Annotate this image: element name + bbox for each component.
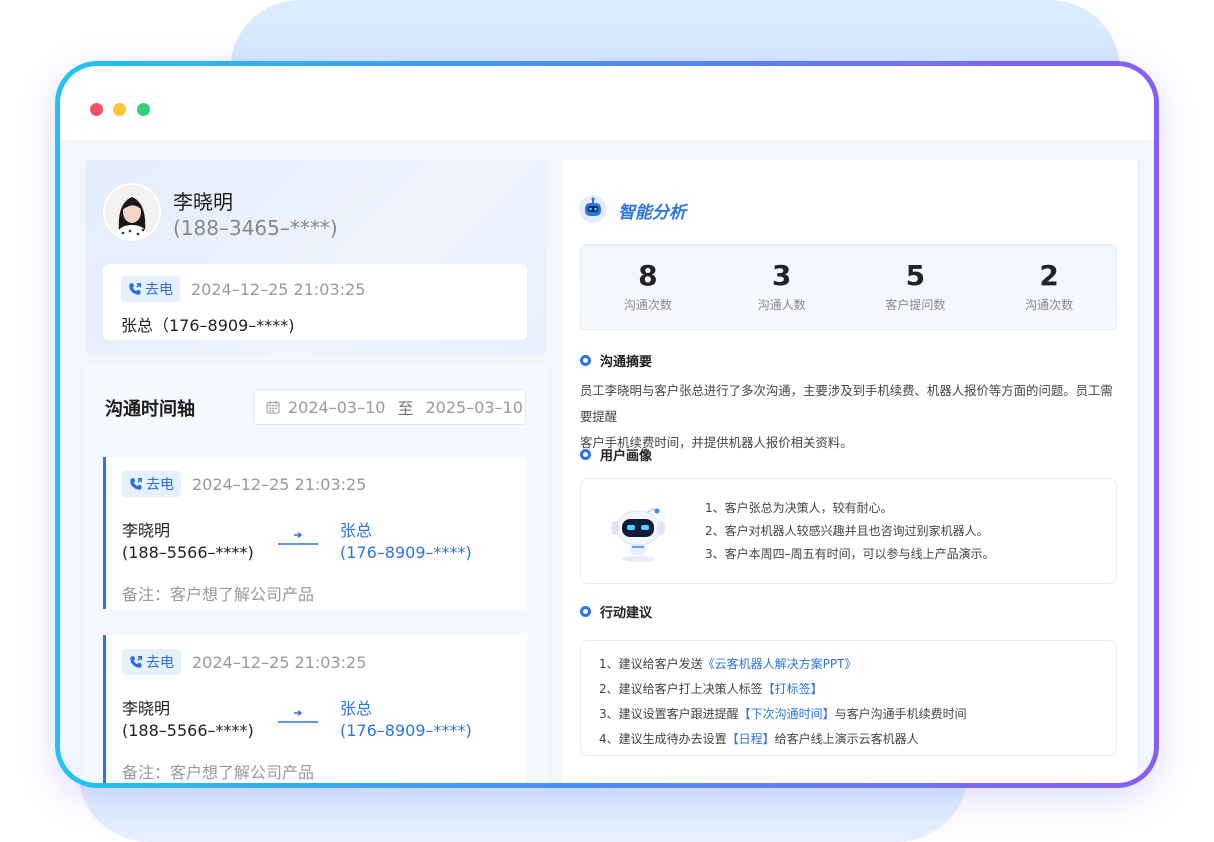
phone-icon	[130, 656, 142, 668]
call-time: 2024–12–25 21:03:25	[191, 280, 366, 299]
callee-name[interactable]: 张总	[340, 517, 372, 541]
timeline-panel: 沟通时间轴 2024–03–10 至 2025–03–10 去电 2024–12…	[85, 365, 547, 783]
action-text: 3、建议设置客户跟进提醒	[599, 707, 739, 721]
action-item: 3、建议设置客户跟进提醒【下次沟通时间】与客户沟通手机续费时间	[599, 702, 967, 727]
phone-icon	[130, 478, 142, 490]
profile-phone: (188–3465–****)	[173, 216, 338, 240]
profile-name: 李晓明	[173, 190, 233, 214]
minimize-window-dot[interactable]	[113, 103, 126, 116]
call-type-tag: 去电	[122, 649, 181, 675]
add-tag-link[interactable]: 【打标签】	[763, 682, 823, 696]
arrow-right-icon	[278, 531, 318, 545]
close-window-dot[interactable]	[90, 103, 103, 116]
call-time: 2024–12–25 21:03:25	[192, 653, 367, 672]
summary-line: 客户手机续费时间，并提供机器人报价相关资料。	[580, 435, 853, 450]
latest-call-box[interactable]: 去电 2024–12–25 21:03:25 张总（176–8909–****)	[103, 264, 527, 340]
persona-item: 1、客户张总为决策人，较有耐心。	[705, 501, 893, 515]
stats-panel: 8 沟通次数 3 沟通人数 5 客户提问数 2 沟通次数	[580, 244, 1117, 330]
caller-name: 李晓明	[122, 699, 171, 718]
window-titlebar	[60, 66, 1154, 140]
stat-value: 3	[771, 259, 792, 292]
action-item: 4、建议生成待办去设置【日程】给客户线上演示云客机器人	[599, 727, 967, 752]
persona-heading: 用户画像	[580, 445, 652, 464]
summary-text: 员工李晓明与客户张总进行了多次沟通，主要涉及到手机续费、机器人报价等方面的问题。…	[580, 378, 1120, 456]
phone-icon	[129, 283, 141, 295]
timeline-title: 沟通时间轴	[105, 399, 195, 420]
call-time: 2024–12–25 21:03:25	[192, 475, 367, 494]
action-text: 与客户沟通手机续费时间	[834, 707, 967, 721]
action-text: 给客户线上演示云客机器人	[774, 732, 919, 746]
section-dot-icon	[580, 355, 591, 366]
maximize-window-dot[interactable]	[137, 103, 150, 116]
stat-label: 沟通人数	[757, 298, 806, 312]
stat-item: 5 客户提问数	[849, 245, 983, 329]
app-window: 李晓明 (188–3465–****) 去电 2024–12–25 21:03:…	[60, 66, 1154, 783]
profile-card: 李晓明 (188–3465–****) 去电 2024–12–25 21:03:…	[85, 160, 547, 355]
summary-line: 员工李晓明与客户张总进行了多次沟通，主要涉及到手机续费、机器人报价等方面的问题。…	[580, 383, 1113, 424]
stat-value: 8	[638, 259, 658, 292]
call-type-tag: 去电	[121, 276, 180, 302]
stat-item: 8 沟通次数	[581, 245, 715, 329]
date-to: 2025–03–10	[425, 397, 523, 417]
call-type-label: 去电	[146, 655, 174, 671]
section-dot-icon	[580, 606, 591, 617]
timeline-card[interactable]: 去电 2024–12–25 21:03:25 李晓明 (188–5566–***…	[103, 457, 527, 609]
analysis-panel: 智能分析 8 沟通次数 3 沟通人数 5 客户提问数 2 沟通次数 沟通摘要 员…	[562, 160, 1137, 783]
date-separator: 至	[397, 399, 414, 418]
main-content: 李晓明 (188–3465–****) 去电 2024–12–25 21:03:…	[60, 140, 1154, 783]
call-remark: 备注：客户想了解公司产品	[122, 763, 315, 782]
action-item: 2、建议给客户打上决策人标签【打标签】	[599, 677, 967, 702]
avatar-photo	[105, 185, 159, 239]
call-type-label: 去电	[146, 477, 174, 493]
timeline-card[interactable]: 去电 2024–12–25 21:03:25 李晓明 (188–5566–***…	[103, 635, 527, 783]
action-text: 4、建议生成待办去设置	[599, 732, 727, 746]
caller-phone: (188–5566–****)	[122, 543, 254, 562]
call-type-label: 去电	[145, 282, 173, 298]
persona-title: 用户画像	[600, 449, 653, 464]
stat-value: 5	[905, 259, 926, 292]
action-item: 1、建议给客户发送《云客机器人解决方案PPT》	[599, 652, 967, 677]
callee-phone[interactable]: (176–8909–****)	[340, 543, 472, 562]
avatar	[105, 185, 159, 239]
app-frame: 李晓明 (188–3465–****) 去电 2024–12–25 21:03:…	[55, 61, 1159, 788]
call-remark: 备注：客户想了解公司产品	[122, 585, 315, 604]
action-text: 2、建议给客户打上决策人标签	[599, 682, 763, 696]
actions-title: 行动建议	[600, 606, 653, 621]
date-range-picker[interactable]: 2024–03–10 至 2025–03–10	[253, 389, 526, 425]
stat-item: 3 沟通人数	[715, 245, 849, 329]
robot-icon	[611, 508, 665, 562]
left-column: 李晓明 (188–3465–****) 去电 2024–12–25 21:03:…	[85, 160, 547, 783]
date-from: 2024–03–10	[288, 397, 386, 417]
analysis-title: 智能分析	[618, 203, 686, 223]
action-list: 1、建议给客户发送《云客机器人解决方案PPT》 2、建议给客户打上决策人标签【打…	[599, 652, 967, 752]
calendar-icon	[266, 401, 280, 414]
stat-label: 沟通次数	[1025, 298, 1074, 312]
persona-item: 2、客户对机器人较感兴趣并且也咨询过别家机器人。	[705, 524, 989, 538]
stat-item: 2 沟通次数	[982, 245, 1116, 329]
actions-card: 1、建议给客户发送《云客机器人解决方案PPT》 2、建议给客户打上决策人标签【打…	[580, 640, 1117, 756]
caller-phone: (188–5566–****)	[122, 721, 254, 740]
call-contact: 张总（176–8909–****)	[121, 316, 295, 335]
next-contact-time-link[interactable]: 【下次沟通时间】	[739, 707, 835, 721]
callee-name[interactable]: 张总	[340, 695, 372, 719]
caller-name: 李晓明	[122, 521, 171, 540]
section-dot-icon	[580, 449, 591, 460]
summary-title: 沟通摘要	[600, 355, 653, 370]
schedule-link[interactable]: 【日程】	[727, 732, 775, 746]
send-ppt-link[interactable]: 《云客机器人解决方案PPT》	[703, 657, 857, 671]
action-text: 1、建议给客户发送	[599, 657, 703, 671]
robot-icon	[579, 195, 607, 223]
persona-card: 1、客户张总为决策人，较有耐心。 2、客户对机器人较感兴趣并且也咨询过别家机器人…	[580, 478, 1117, 584]
arrow-right-icon	[278, 709, 318, 723]
callee-phone[interactable]: (176–8909–****)	[340, 721, 472, 740]
stat-label: 客户提问数	[885, 298, 946, 312]
call-type-tag: 去电	[122, 471, 181, 497]
stat-value: 2	[1039, 259, 1059, 292]
persona-item: 3、客户本周四–周五有时间，可以参与线上产品演示。	[705, 547, 995, 561]
stat-label: 沟通次数	[623, 298, 672, 312]
summary-heading: 沟通摘要	[580, 351, 652, 370]
actions-heading: 行动建议	[580, 602, 652, 621]
persona-list: 1、客户张总为决策人，较有耐心。 2、客户对机器人较感兴趣并且也咨询过别家机器人…	[705, 497, 995, 566]
